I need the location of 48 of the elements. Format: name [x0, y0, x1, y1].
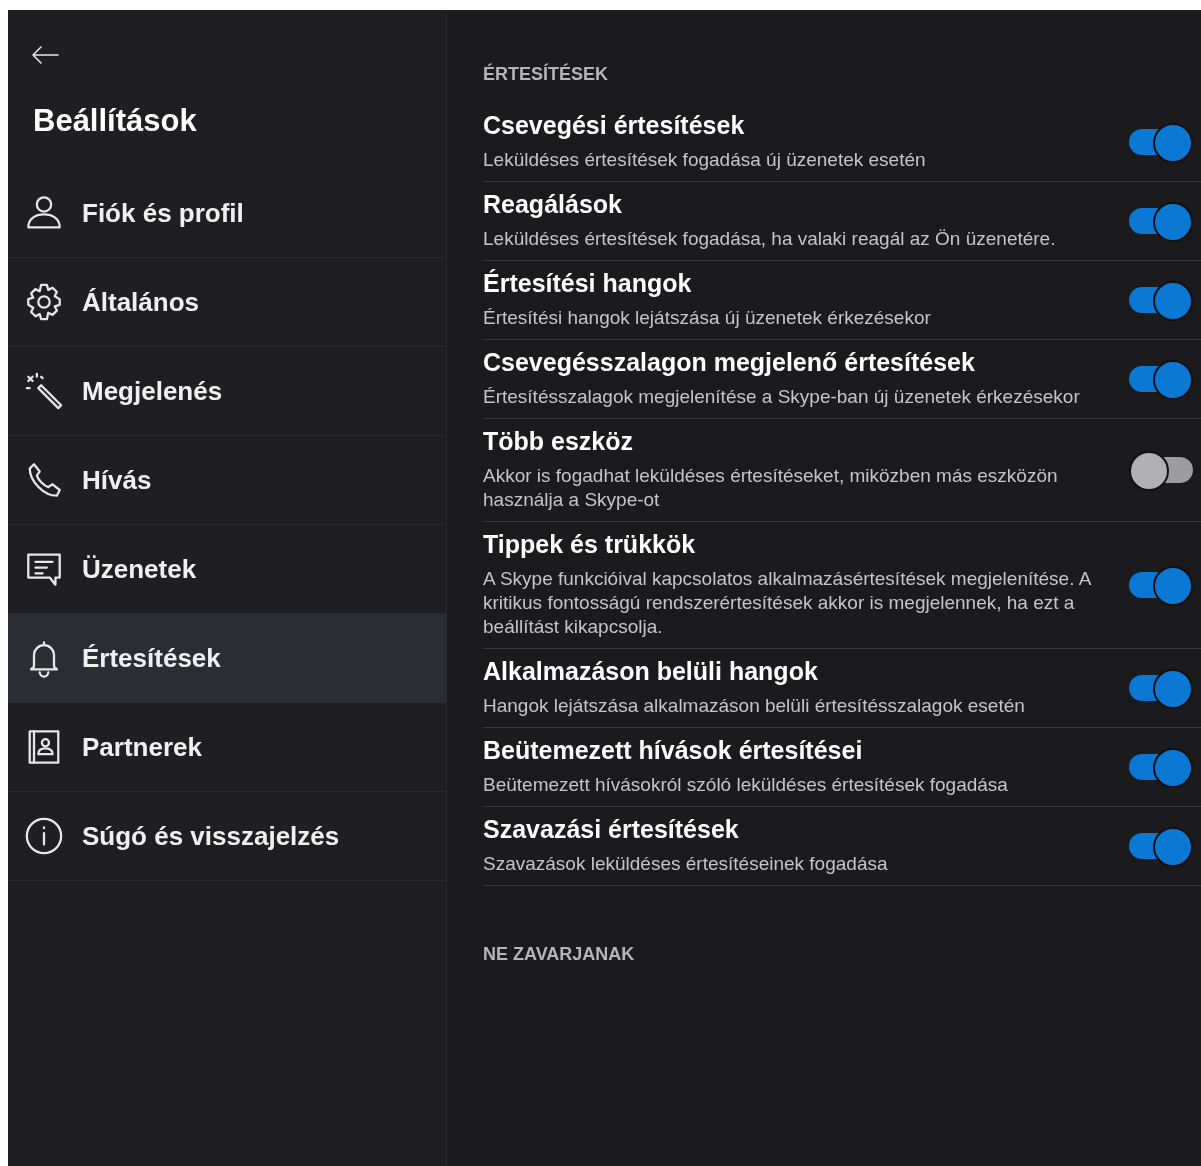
- setting-title: Beütemezett hívások értesítései: [483, 736, 864, 765]
- info-icon: [24, 816, 64, 857]
- setting-title: Több eszköz: [483, 427, 634, 456]
- setting-title: Értesítési hangok: [483, 269, 693, 298]
- toggle-switch[interactable]: [1129, 564, 1193, 605]
- sidebar-item[interactable]: Súgó és visszajelzés: [8, 792, 446, 882]
- toggle-switch[interactable]: [1129, 825, 1193, 866]
- sidebar-label: Értesítések: [82, 642, 221, 674]
- sidebar-item[interactable]: Hívás: [8, 436, 446, 526]
- setting-title: Reagálások: [483, 190, 623, 219]
- toggle-switch[interactable]: [1129, 279, 1193, 320]
- toggle-switch[interactable]: [1129, 667, 1193, 708]
- sidebar-item[interactable]: Fiók és profil: [8, 169, 446, 259]
- setting-description: A Skype funkcióival kapcsolatos alkalmazásértesítések megjelenítése. A kritikus fontosságú rendszerértesítések akkor is megjelennek, ha ezt a beállítást kikapcsolja.: [483, 567, 1092, 639]
- section-header: ÉRTESÍTÉSEK: [483, 64, 610, 85]
- section-header: NE ZAVARJANAK: [483, 944, 636, 965]
- sidebar-label: Súgó és visszajelzés: [82, 820, 340, 852]
- sidebar-item[interactable]: Értesítések: [8, 614, 446, 704]
- setting-title: Csevegési értesítések: [483, 111, 746, 140]
- setting-description: Beütemezett hívásokról szóló leküldéses értesítések fogadása: [483, 773, 1009, 797]
- setting-description: Akkor is fogadhat leküldéses értesítéseket, miközben más eszközön használja a Skype-ot: [483, 464, 1059, 512]
- sidebar-label: Partnerek: [82, 731, 202, 763]
- toggle-switch[interactable]: [1129, 200, 1193, 241]
- toggle-switch[interactable]: [1129, 121, 1193, 162]
- setting-description: Értesítési hangok lejátszása új üzenetek érkezésekor: [483, 306, 932, 330]
- gear-icon: [24, 282, 64, 323]
- setting-title: Alkalmazáson belüli hangok: [483, 657, 819, 686]
- wand-icon: [24, 371, 64, 412]
- toggle-switch[interactable]: [1129, 449, 1193, 490]
- setting-description: Leküldéses értesítések fogadása, ha valaki reagál az Ön üzenetére.: [483, 227, 1057, 251]
- sidebar-label: Hívás: [82, 464, 152, 496]
- sidebar-label: Üzenetek: [82, 553, 197, 585]
- setting-title: Tippek és trükkök: [483, 530, 697, 559]
- sidebar-item[interactable]: Általános: [8, 258, 446, 348]
- sidebar-item[interactable]: Partnerek: [8, 703, 446, 793]
- sidebar-item[interactable]: Megjelenés: [8, 347, 446, 437]
- setting-title: Szavazási értesítések: [483, 815, 740, 844]
- toggle-switch[interactable]: [1129, 358, 1193, 399]
- page-title: Beállítások: [33, 102, 198, 140]
- setting-description: Szavazások leküldéses értesítéseinek fogadása: [483, 852, 889, 876]
- setting-title: Csevegésszalagon megjelenő értesítések: [483, 348, 976, 377]
- setting-description: Értesítésszalagok megjelenítése a Skype-ban új üzenetek érkezésekor: [483, 385, 1081, 409]
- sidebar-label: Általános: [82, 286, 200, 318]
- setting-description: Hangok lejátszása alkalmazáson belüli értesítésszalagok esetén: [483, 694, 1026, 718]
- sidebar-label: Fiók és profil: [82, 197, 244, 229]
- toggle-switch[interactable]: [1129, 746, 1193, 787]
- setting-description: Leküldéses értesítések fogadása új üzenetek esetén: [483, 148, 927, 172]
- sidebar-label: Megjelenés: [82, 375, 223, 407]
